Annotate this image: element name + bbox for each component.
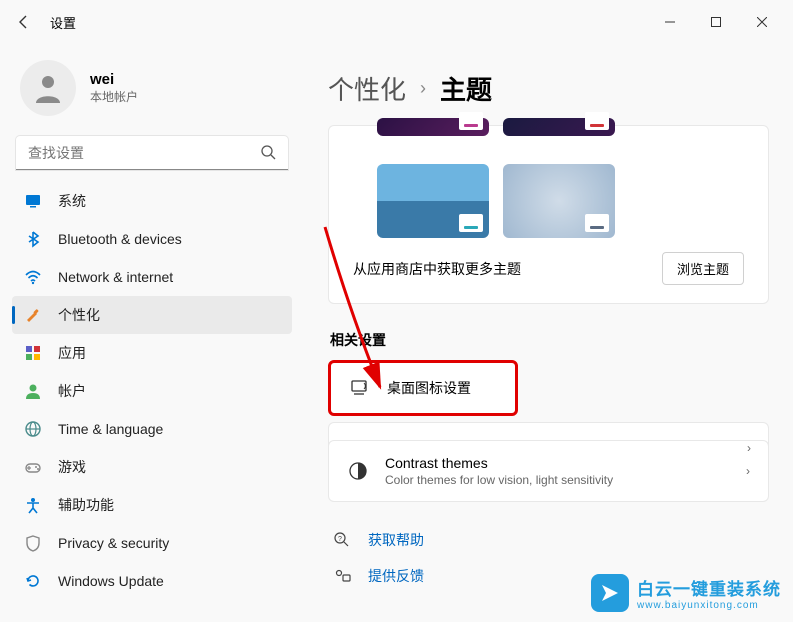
user-name: wei: [90, 71, 138, 88]
nav-item-label: Windows Update: [58, 573, 164, 589]
svg-text:?: ?: [338, 536, 342, 543]
maximize-button[interactable]: [693, 6, 739, 38]
nav-item-update[interactable]: Windows Update: [12, 562, 292, 600]
globe-icon: [24, 420, 42, 438]
nav-item-label: Time & language: [58, 421, 163, 437]
breadcrumb-current: 主题: [440, 70, 492, 107]
more-themes-text: 从应用商店中获取更多主题: [353, 259, 521, 279]
feedback-label: 提供反馈: [368, 566, 424, 586]
game-icon: [24, 458, 42, 476]
nav-item-label: 系统: [58, 191, 86, 211]
theme-option[interactable]: [377, 118, 489, 136]
contrast-icon: [347, 460, 369, 482]
update-icon: [24, 572, 42, 590]
nav-item-game[interactable]: 游戏: [12, 448, 292, 486]
watermark-text: 白云一键重装系统: [637, 575, 781, 600]
accessibility-icon: [24, 496, 42, 514]
watermark-logo-icon: [591, 574, 629, 612]
nav-item-label: 个性化: [58, 305, 100, 325]
nav-item-monitor[interactable]: 系统: [12, 182, 292, 220]
desktop-icon-settings-label: 桌面图标设置: [387, 378, 497, 398]
chevron-right-icon: ›: [747, 441, 751, 455]
nav-item-label: Privacy & security: [58, 535, 169, 551]
user-subtitle: 本地帐户: [90, 88, 138, 105]
contrast-themes-row[interactable]: Contrast themes Color themes for low vis…: [328, 440, 769, 502]
related-settings-heading: 相关设置: [328, 330, 769, 350]
nav-item-apps[interactable]: 应用: [12, 334, 292, 372]
theme-option[interactable]: [377, 164, 489, 238]
nav-item-label: 辅助功能: [58, 495, 114, 515]
nav-item-person[interactable]: 帐户: [12, 372, 292, 410]
person-icon: [24, 382, 42, 400]
nav-item-bluetooth[interactable]: Bluetooth & devices: [12, 220, 292, 258]
breadcrumb-parent[interactable]: 个性化: [328, 70, 406, 107]
user-profile[interactable]: wei 本地帐户: [12, 52, 292, 132]
shield-icon: [24, 534, 42, 552]
back-button[interactable]: [8, 6, 40, 38]
window-title: 设置: [50, 13, 76, 32]
nav-item-shield[interactable]: Privacy & security: [12, 524, 292, 562]
brush-icon: [24, 306, 42, 324]
bluetooth-icon: [24, 230, 42, 248]
desktop-icon: [349, 377, 371, 399]
themes-panel: 从应用商店中获取更多主题 浏览主题: [328, 125, 769, 304]
nav-item-label: Bluetooth & devices: [58, 231, 182, 247]
chevron-right-icon: ›: [746, 464, 750, 478]
help-icon: ?: [332, 531, 352, 549]
watermark-url: www.baiyunxitong.com: [637, 600, 781, 611]
theme-option[interactable]: [503, 118, 615, 136]
browse-themes-button[interactable]: 浏览主题: [662, 252, 744, 285]
feedback-icon: [332, 567, 352, 585]
search-icon: [260, 144, 276, 165]
watermark: 白云一键重装系统 www.baiyunxitong.com: [591, 574, 781, 612]
close-button[interactable]: [739, 6, 785, 38]
wifi-icon: [24, 268, 42, 286]
nav-item-wifi[interactable]: Network & internet: [12, 258, 292, 296]
nav-item-label: Network & internet: [58, 269, 173, 285]
desktop-icon-settings-row[interactable]: 桌面图标设置: [328, 360, 518, 416]
nav-item-globe[interactable]: Time & language: [12, 410, 292, 448]
nav-item-label: 帐户: [58, 381, 86, 401]
nav-item-label: 游戏: [58, 457, 86, 477]
theme-option[interactable]: [503, 164, 615, 238]
chevron-right-icon: ›: [420, 78, 426, 99]
apps-icon: [24, 344, 42, 362]
contrast-themes-label: Contrast themes: [385, 455, 730, 471]
contrast-themes-sub: Color themes for low vision, light sensi…: [385, 473, 730, 487]
breadcrumb: 个性化 › 主题: [328, 70, 769, 107]
get-help-link[interactable]: ? 获取帮助: [328, 522, 769, 558]
minimize-button[interactable]: [647, 6, 693, 38]
nav-item-accessibility[interactable]: 辅助功能: [12, 486, 292, 524]
avatar: [20, 60, 76, 116]
search-input[interactable]: [16, 136, 288, 170]
monitor-icon: [24, 192, 42, 210]
nav-item-label: 应用: [58, 343, 86, 363]
get-help-label: 获取帮助: [368, 530, 424, 550]
nav-item-brush[interactable]: 个性化: [12, 296, 292, 334]
